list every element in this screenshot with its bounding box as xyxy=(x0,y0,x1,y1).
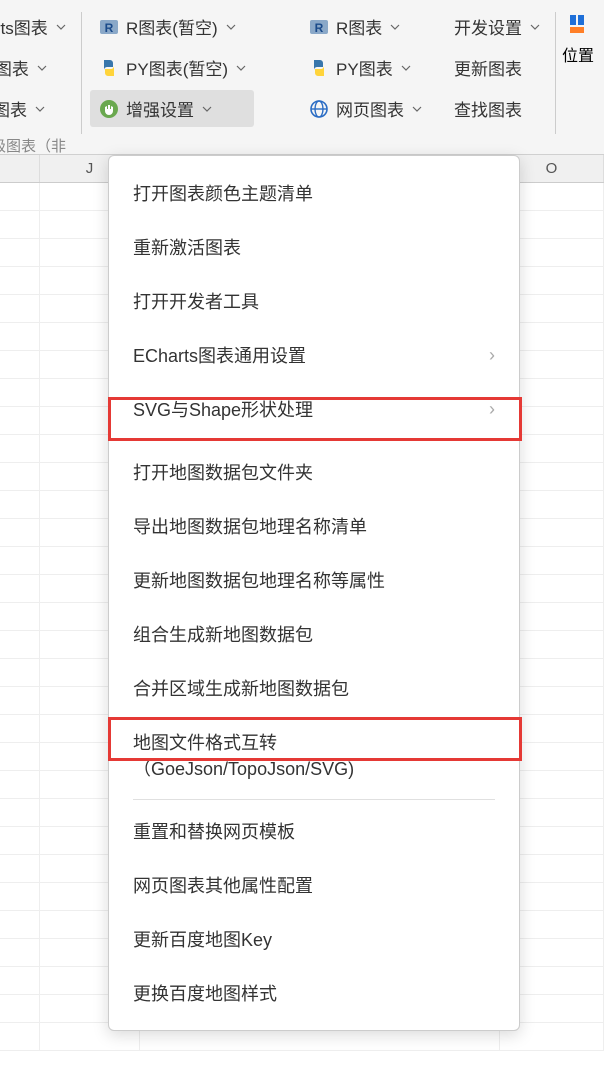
ribbon-btn-update-chart[interactable]: 更新图表 xyxy=(446,49,548,86)
ribbon-label: PY图表 xyxy=(336,55,393,80)
svg-text:R: R xyxy=(315,21,324,35)
chevron-right-icon: › xyxy=(489,345,495,366)
chevron-down-icon xyxy=(37,63,47,73)
menu-echarts-settings[interactable]: ECharts图表通用设置› xyxy=(109,328,519,382)
menu-combine-map[interactable]: 组合生成新地图数据包 xyxy=(109,607,519,661)
col-header-blank[interactable] xyxy=(0,155,40,182)
enhance-settings-menu: 打开图表颜色主题清单 重新激活图表 打开开发者工具 ECharts图表通用设置›… xyxy=(108,155,520,1031)
ribbon-label: R图表 xyxy=(336,14,382,39)
ribbon-label: 增强设置 xyxy=(126,96,194,121)
ribbon-group-4: 开发设置 更新图表 查找图表 xyxy=(438,8,556,154)
chevron-down-icon xyxy=(236,63,246,73)
python-icon xyxy=(98,57,120,79)
ribbon-label: 查找图表 xyxy=(454,96,522,121)
ribbon-group-label: 高级图表（非 xyxy=(0,131,74,158)
ribbon-btn-harts[interactable]: harts图表 xyxy=(0,8,74,45)
menu-update-map-props[interactable]: 更新地图数据包地理名称等属性 xyxy=(109,553,519,607)
ribbon-group-1: harts图表 ga图表 地图表 高级图表（非 xyxy=(0,8,82,154)
menu-change-baidu-style[interactable]: 更换百度地图样式 xyxy=(109,966,519,1020)
ribbon-btn-enhance-settings[interactable]: 增强设置 xyxy=(90,90,254,127)
ribbon-btn-map[interactable]: 地图表 xyxy=(0,90,74,127)
menu-export-map-names[interactable]: 导出地图数据包地理名称清单 xyxy=(109,499,519,553)
menu-reset-web-template[interactable]: 重置和替换网页模板 xyxy=(109,804,519,858)
ribbon-toolbar: harts图表 ga图表 地图表 高级图表（非 R R图表(暂空) PY图表(暂… xyxy=(0,0,604,155)
menu-open-dev-tools[interactable]: 打开开发者工具 xyxy=(109,274,519,328)
menu-open-map-folder[interactable]: 打开地图数据包文件夹 xyxy=(109,445,519,499)
chevron-down-icon xyxy=(390,22,400,32)
chevron-down-icon xyxy=(202,104,212,114)
globe-icon xyxy=(308,98,330,120)
ribbon-label: 地图表 xyxy=(0,96,27,121)
ribbon-label: R图表(暂空) xyxy=(126,14,218,39)
ribbon-btn-find-chart[interactable]: 查找图表 xyxy=(446,90,548,127)
ribbon-btn-r-empty[interactable]: R R图表(暂空) xyxy=(90,8,254,45)
chevron-down-icon xyxy=(401,63,411,73)
python-icon xyxy=(308,57,330,79)
chevron-down-icon xyxy=(226,22,236,32)
menu-merge-region-map[interactable]: 合并区域生成新地图数据包 xyxy=(109,661,519,715)
fist-icon xyxy=(98,98,120,120)
r-icon: R xyxy=(308,16,330,38)
menu-open-color-theme[interactable]: 打开图表颜色主题清单 xyxy=(109,166,519,220)
ribbon-label: PY图表(暂空) xyxy=(126,55,228,80)
r-icon: R xyxy=(98,16,120,38)
menu-reactivate-chart[interactable]: 重新激活图表 xyxy=(109,220,519,274)
menu-update-baidu-key[interactable]: 更新百度地图Key xyxy=(109,912,519,966)
ribbon-group-3: R R图表 PY图表 网页图表 xyxy=(292,8,438,154)
position-icon xyxy=(565,12,591,38)
menu-svg-shape[interactable]: SVG与Shape形状处理› xyxy=(109,382,519,436)
chevron-down-icon xyxy=(56,22,66,32)
svg-text:R: R xyxy=(105,21,114,35)
ribbon-label: 更新图表 xyxy=(454,55,522,80)
menu-separator xyxy=(133,440,495,441)
chevron-down-icon xyxy=(530,22,540,32)
ribbon-group-2: R R图表(暂空) PY图表(暂空) 增强设置 xyxy=(82,8,262,154)
ribbon-label: harts图表 xyxy=(0,14,48,39)
ribbon-btn-dev-settings[interactable]: 开发设置 xyxy=(446,8,548,45)
menu-web-chart-props[interactable]: 网页图表其他属性配置 xyxy=(109,858,519,912)
ribbon-label: 开发设置 xyxy=(454,14,522,39)
chevron-right-icon: › xyxy=(489,399,495,420)
chevron-down-icon xyxy=(35,104,45,114)
ribbon-btn-ga[interactable]: ga图表 xyxy=(0,49,74,86)
ribbon-btn-py-empty[interactable]: PY图表(暂空) xyxy=(90,49,254,86)
ribbon-label: 网页图表 xyxy=(336,96,404,121)
ribbon-btn-py[interactable]: PY图表 xyxy=(300,49,430,86)
ribbon-btn-web[interactable]: 网页图表 xyxy=(300,90,430,127)
menu-separator xyxy=(133,799,495,800)
ribbon-btn-r[interactable]: R R图表 xyxy=(300,8,430,45)
chevron-down-icon xyxy=(412,104,422,114)
ribbon-label: 位置 xyxy=(562,42,594,66)
menu-map-format-convert[interactable]: 地图文件格式互转（GoeJson/TopoJson/SVG) xyxy=(109,715,519,795)
ribbon-right-stub: 位置 xyxy=(556,8,600,154)
ribbon-label: ga图表 xyxy=(0,55,29,80)
